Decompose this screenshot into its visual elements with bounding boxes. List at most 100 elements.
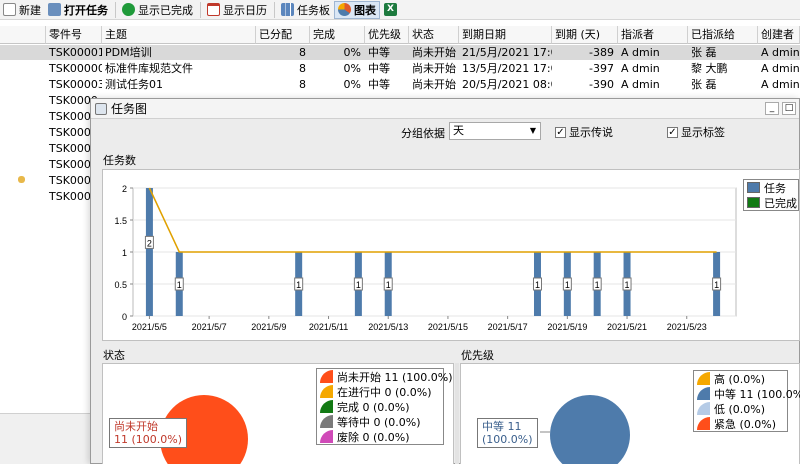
- show-completed-button[interactable]: 显示已完成: [119, 1, 196, 19]
- cell-assigned: 8: [299, 78, 306, 91]
- cell-assignee: 张 磊: [691, 46, 717, 59]
- cell-part-number: TSK000017: [49, 46, 102, 59]
- x-tick-label: 2021/5/15: [428, 322, 468, 332]
- task-board-label: 任务板: [297, 3, 330, 17]
- status-chart-title: 状态: [103, 349, 125, 362]
- show-labels-checkbox[interactable]: ✓ 显示标签: [667, 124, 725, 140]
- window-titlebar[interactable]: 任务图 _ □: [91, 99, 799, 119]
- minimize-button[interactable]: _: [765, 102, 779, 115]
- data-label: 1: [356, 280, 361, 290]
- data-label: 1: [386, 280, 391, 290]
- pie-swatch-icon: [697, 387, 710, 400]
- grid-header-creator[interactable]: 创建者: [758, 26, 800, 44]
- grid-header-assigned[interactable]: 已分配: [256, 26, 310, 44]
- status-legend: 尚未开始 11 (100.0%) 在进行中 0 (0.0%) 完成 0 (0.0…: [316, 368, 453, 445]
- cell-part-number: TSK000: [49, 142, 90, 155]
- legend-label: 等待中 0 (0.0%): [337, 415, 421, 429]
- cell-subject: 标准件库规范文件: [105, 62, 193, 75]
- cell-status: 尚未开始: [412, 62, 456, 75]
- data-label: 1: [296, 280, 301, 290]
- cell-due-date: 20/5月/2021 08:00: [462, 78, 552, 91]
- legend-item-tasks: 任务: [744, 180, 798, 195]
- grid-header-due-days[interactable]: 到期 (天): [552, 26, 618, 44]
- cell-subject: PDM培训: [105, 46, 152, 59]
- bar-tasks: [145, 188, 153, 316]
- legend-item-abolished: 废除 0 (0.0%): [317, 429, 443, 444]
- legend-swatch-completed: [747, 197, 760, 208]
- cell-creator: A dmin: [761, 62, 800, 75]
- checkbox-checked-icon: ✓: [555, 126, 566, 138]
- grid-header-assigner[interactable]: 指派者: [618, 26, 688, 44]
- chart-button[interactable]: 图表: [334, 0, 380, 19]
- legend-swatch-tasks: [747, 182, 760, 193]
- cell-due-date: 21/5月/2021 17:00: [462, 46, 552, 59]
- status-pie-callout: 尚未开始 11 (100.0%): [109, 418, 188, 448]
- legend-item-low: 低 (0.0%): [694, 401, 787, 416]
- priority-callout-line-1: 中等 11: [482, 420, 522, 433]
- grid-header-priority[interactable]: 优先级: [365, 26, 409, 44]
- cell-due-days: -389: [589, 46, 614, 59]
- excel-export-button[interactable]: X: [381, 1, 403, 19]
- bar-chart-legend: 任务 已完成: [743, 179, 799, 211]
- grid-header-due-date[interactable]: 到期日期: [459, 26, 552, 44]
- legend-label: 紧急 (0.0%): [714, 417, 777, 431]
- x-tick-label: 2021/5/5: [132, 322, 167, 332]
- cell-assigner: A dmin: [621, 46, 660, 59]
- grid-header-assignee[interactable]: 已指派给: [688, 26, 758, 44]
- cell-part-number: TSK000008: [49, 62, 102, 75]
- grid-header-part-number[interactable]: 零件号: [46, 26, 102, 44]
- new-button[interactable]: 新建: [0, 1, 44, 19]
- chart-label: 图表: [354, 3, 376, 17]
- cell-part-number: TSK000: [49, 110, 90, 123]
- cell-creator: A dmin: [761, 78, 800, 91]
- grid-footer-panel: [0, 413, 90, 464]
- chevron-down-icon: ▼: [529, 126, 536, 135]
- open-task-label: 打开任务: [64, 3, 108, 17]
- grid-header-status[interactable]: 状态: [409, 26, 459, 44]
- show-legend-checkbox[interactable]: ✓ 显示传说: [555, 124, 613, 140]
- cell-status: 尚未开始: [412, 78, 456, 91]
- legend-item-waiting: 等待中 0 (0.0%): [317, 414, 443, 429]
- warning-flag-icon: [18, 176, 25, 183]
- pane-splitter[interactable]: [455, 363, 459, 464]
- y-tick-label: 1.5: [114, 216, 127, 226]
- excel-icon: X: [384, 3, 397, 16]
- table-row[interactable]: TSK000031 测试任务01 8 0% 中等 尚未开始 20/5月/2021…: [0, 77, 800, 92]
- legend-label: 在进行中 0 (0.0%): [337, 385, 432, 399]
- bar-chart-title: 任务数: [103, 154, 136, 167]
- grid-header-blank: [0, 26, 46, 44]
- x-tick-label: 2021/5/9: [251, 322, 286, 332]
- show-labels-label: 显示标签: [681, 126, 725, 139]
- legend-label: 完成 0 (0.0%): [337, 400, 410, 414]
- show-calendar-button[interactable]: 显示日历: [204, 1, 270, 19]
- grid-header-complete[interactable]: 完成: [310, 26, 365, 44]
- grid-header-subject[interactable]: 主题: [102, 26, 256, 44]
- cell-priority: 中等: [368, 46, 390, 59]
- pie-swatch-icon: [697, 402, 710, 415]
- cell-subject: 测试任务01: [105, 78, 163, 91]
- show-legend-label: 显示传说: [569, 126, 613, 139]
- group-by-select[interactable]: 天 ▼: [449, 122, 541, 140]
- status-callout-line-2: 11 (100.0%): [114, 433, 183, 446]
- x-tick-label: 2021/5/13: [368, 322, 408, 332]
- pie-swatch-icon: [320, 430, 333, 443]
- open-task-button[interactable]: 打开任务: [45, 1, 111, 19]
- data-label: 1: [595, 280, 600, 290]
- status-callout-line-1: 尚未开始: [114, 420, 158, 433]
- x-tick-label: 2021/5/11: [309, 322, 348, 332]
- task-board-button[interactable]: 任务板: [278, 1, 333, 19]
- legend-label: 中等 11 (100.0%): [714, 387, 800, 401]
- cell-part-number: TSK000: [49, 190, 90, 203]
- x-tick-label: 2021/5/21: [607, 322, 647, 332]
- legend-item-not-started: 尚未开始 11 (100.0%): [317, 369, 453, 384]
- cell-part-number: TSK000: [49, 126, 90, 139]
- data-label: 1: [565, 280, 570, 290]
- cell-status: 尚未开始: [412, 46, 456, 59]
- pie-swatch-icon: [320, 415, 333, 428]
- table-row[interactable]: TSK000008 标准件库规范文件 8 0% 中等 尚未开始 13/5月/20…: [0, 61, 800, 76]
- y-tick-label: 2: [122, 184, 127, 194]
- table-row[interactable]: TSK000017 PDM培训 8 0% 中等 尚未开始 21/5月/2021 …: [0, 45, 800, 60]
- maximize-button[interactable]: □: [782, 102, 796, 115]
- cell-due-days: -390: [589, 78, 614, 91]
- new-label: 新建: [19, 3, 41, 17]
